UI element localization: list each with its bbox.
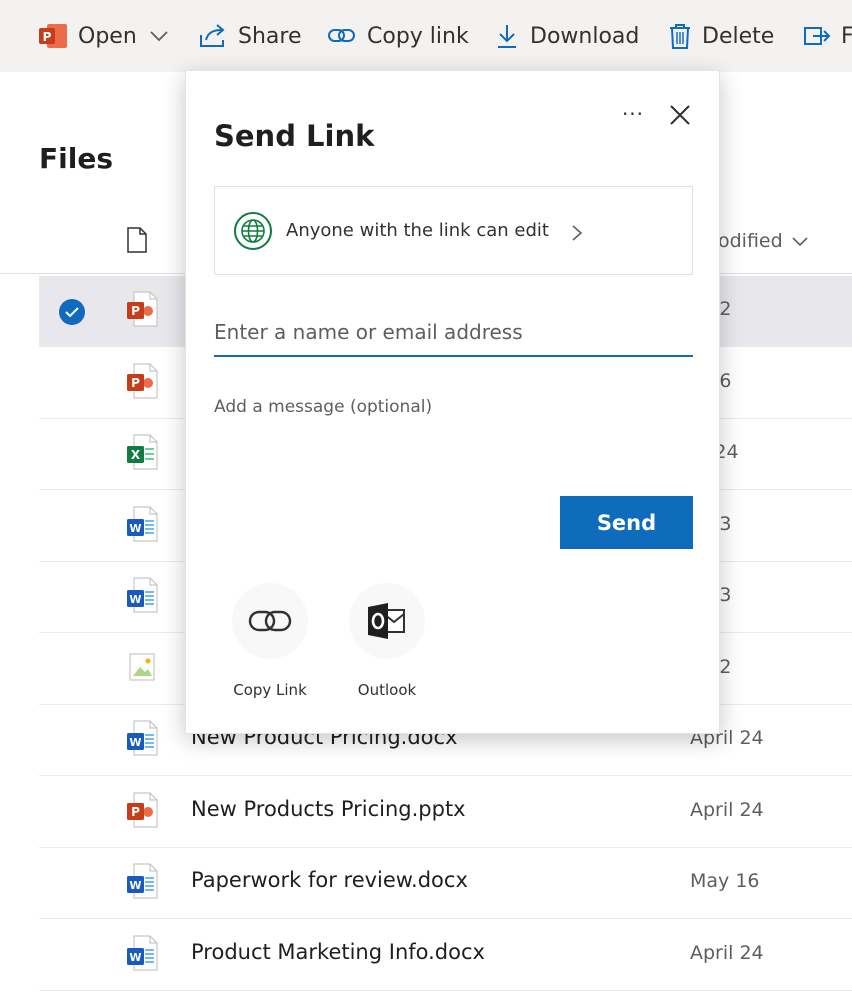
delete-label: Delete xyxy=(702,23,775,49)
powerpoint-file-icon: P xyxy=(126,791,158,828)
word-file-icon: W xyxy=(126,934,158,971)
outlook-option[interactable]: Outlook xyxy=(327,583,447,699)
download-icon xyxy=(498,25,516,48)
svg-text:W: W xyxy=(129,879,141,892)
download-label: Download xyxy=(530,23,640,49)
trash-icon xyxy=(670,24,690,49)
page-title: Files xyxy=(39,142,113,175)
image-file-icon xyxy=(126,649,158,685)
copy-link-option[interactable]: Copy Link xyxy=(210,583,330,699)
file-name[interactable]: Paperwork for review.docx xyxy=(191,868,468,892)
modified-column-header[interactable]: odified xyxy=(718,230,809,252)
chevron-right-icon xyxy=(572,225,583,241)
globe-icon xyxy=(234,212,272,250)
close-icon[interactable] xyxy=(666,101,694,129)
message-input[interactable] xyxy=(214,397,693,467)
more-options-button[interactable]: ··· xyxy=(618,99,648,129)
outlook-icon xyxy=(368,603,405,639)
excel-file-icon: X xyxy=(126,434,158,470)
word-file-icon: W xyxy=(126,505,158,542)
link-permission-text: Anyone with the link can edit xyxy=(286,220,549,241)
word-file-icon: W xyxy=(126,720,158,756)
file-modified-date: May 16 xyxy=(690,870,760,892)
overflow-button[interactable]: F xyxy=(803,0,852,72)
copy-link-label: Copy link xyxy=(367,23,469,49)
send-button[interactable]: Send xyxy=(560,496,693,549)
powerpoint-file-icon: P xyxy=(126,291,158,327)
overflow-label: F xyxy=(841,23,852,49)
command-bar: P Open Share Copy link Download Delete F xyxy=(0,0,852,72)
svg-text:W: W xyxy=(129,951,141,964)
delete-button[interactable]: Delete xyxy=(668,0,774,72)
svg-text:P: P xyxy=(131,376,140,390)
file-name[interactable]: Product Marketing Info.docx xyxy=(191,940,485,964)
dialog-title: Send Link xyxy=(214,119,375,153)
svg-text:W: W xyxy=(129,522,141,535)
file-row[interactable]: W Paperwork for review.docx May 16 xyxy=(39,848,852,919)
open-label: Open xyxy=(78,23,137,49)
send-link-dialog: Send Link ··· Anyone with the link can e… xyxy=(185,70,720,734)
powerpoint-file-icon: P xyxy=(126,362,158,399)
checkmark-icon[interactable] xyxy=(59,299,85,325)
outlook-circle xyxy=(349,583,425,659)
svg-text:X: X xyxy=(131,448,141,462)
file-row[interactable]: W Product Marketing Info.docx April 24 xyxy=(39,920,852,991)
svg-text:P: P xyxy=(131,805,140,819)
copy-link-button[interactable]: Copy link xyxy=(327,0,469,72)
copy-link-option-label: Copy Link xyxy=(233,681,307,699)
modified-header-label: odified xyxy=(718,230,783,252)
link-icon xyxy=(248,610,292,632)
copy-link-circle xyxy=(232,583,308,659)
chevron-down-icon xyxy=(792,236,808,246)
download-button[interactable]: Download xyxy=(494,0,639,72)
svg-text:P: P xyxy=(131,304,140,318)
share-button[interactable]: Share xyxy=(198,0,302,72)
recipient-input[interactable] xyxy=(214,309,693,357)
file-name[interactable]: New Products Pricing.pptx xyxy=(191,797,466,821)
svg-text:W: W xyxy=(129,736,141,749)
link-icon xyxy=(328,29,355,42)
svg-text:W: W xyxy=(129,593,141,606)
open-button[interactable]: P Open xyxy=(38,0,169,72)
svg-text:P: P xyxy=(43,30,52,44)
file-type-header-icon xyxy=(127,227,147,253)
share-icon xyxy=(200,24,225,47)
link-settings-button[interactable]: Anyone with the link can edit xyxy=(214,186,693,275)
word-file-icon: W xyxy=(126,863,158,899)
powerpoint-app-icon: P xyxy=(39,24,67,48)
file-modified-date: April 24 xyxy=(690,941,764,964)
move-icon xyxy=(804,27,831,45)
file-modified-date: April 24 xyxy=(690,798,764,821)
share-label: Share xyxy=(238,23,302,49)
word-file-icon: W xyxy=(126,577,158,613)
outlook-option-label: Outlook xyxy=(357,681,417,699)
chevron-down-icon xyxy=(150,31,168,42)
file-row[interactable]: P New Products Pricing.pptx April 24 xyxy=(39,777,852,848)
